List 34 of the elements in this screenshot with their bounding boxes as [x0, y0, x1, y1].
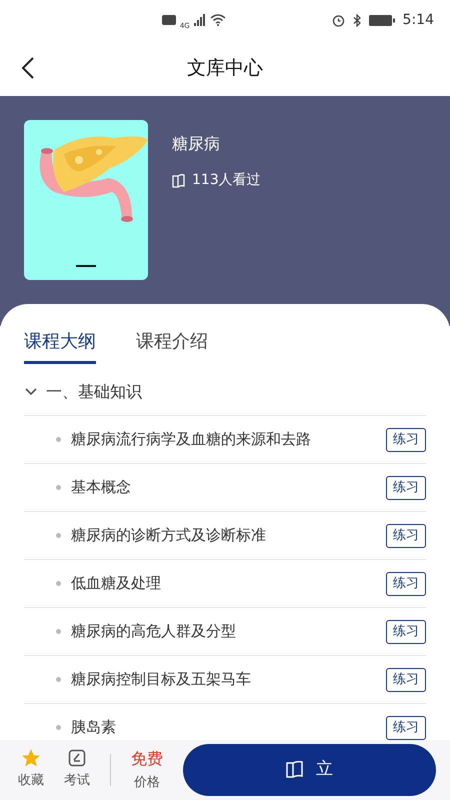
alarm-icon [332, 14, 345, 26]
book-icon [286, 761, 304, 779]
lesson-title[interactable]: 糖尿病控制目标及五架马车 [71, 668, 376, 691]
price-label: 价格 [134, 774, 160, 792]
price-value: 免费 [131, 748, 163, 770]
practice-button[interactable]: 练习 [386, 668, 426, 692]
wifi-icon [210, 14, 226, 26]
lesson-title[interactable]: 糖尿病的高危人群及分型 [71, 620, 376, 643]
book-icon [172, 174, 186, 188]
exam-button[interactable]: 考试 [64, 749, 90, 791]
tab[interactable]: 课程大纲 [24, 328, 96, 364]
practice-button[interactable]: 练习 [386, 572, 426, 596]
start-button[interactable]: 立 [183, 744, 436, 796]
bluetooth-icon [352, 14, 361, 26]
lesson-title[interactable]: 基本概念 [71, 476, 376, 499]
lesson-title[interactable]: 低血糖及处理 [71, 572, 376, 595]
signal-icon [194, 14, 206, 26]
favorite-button[interactable]: 收藏 [18, 749, 44, 791]
lesson-title[interactable]: 糖尿病的诊断方式及诊断标准 [71, 524, 376, 547]
status-time: 5:14 [402, 10, 434, 30]
lesson-title[interactable]: 胰岛素 [71, 716, 376, 739]
lesson-title[interactable]: 糖尿病流行病学及血糖的来源和去路 [71, 428, 376, 451]
practice-button[interactable]: 练习 [386, 620, 426, 644]
course-title: 糖尿病 [172, 133, 221, 155]
practice-button[interactable]: 练习 [386, 524, 426, 548]
practice-button[interactable]: 练习 [386, 476, 426, 500]
section-header[interactable]: 一、基础知识 [24, 368, 426, 416]
view-count: 113人看过 [192, 171, 261, 190]
chevron-icon [24, 386, 38, 396]
page-title: 文库中心 [187, 56, 263, 81]
edit-icon [68, 749, 86, 768]
battery-icon [368, 14, 395, 26]
practice-button[interactable]: 练习 [386, 428, 426, 452]
tab[interactable]: 课程介绍 [136, 328, 208, 364]
